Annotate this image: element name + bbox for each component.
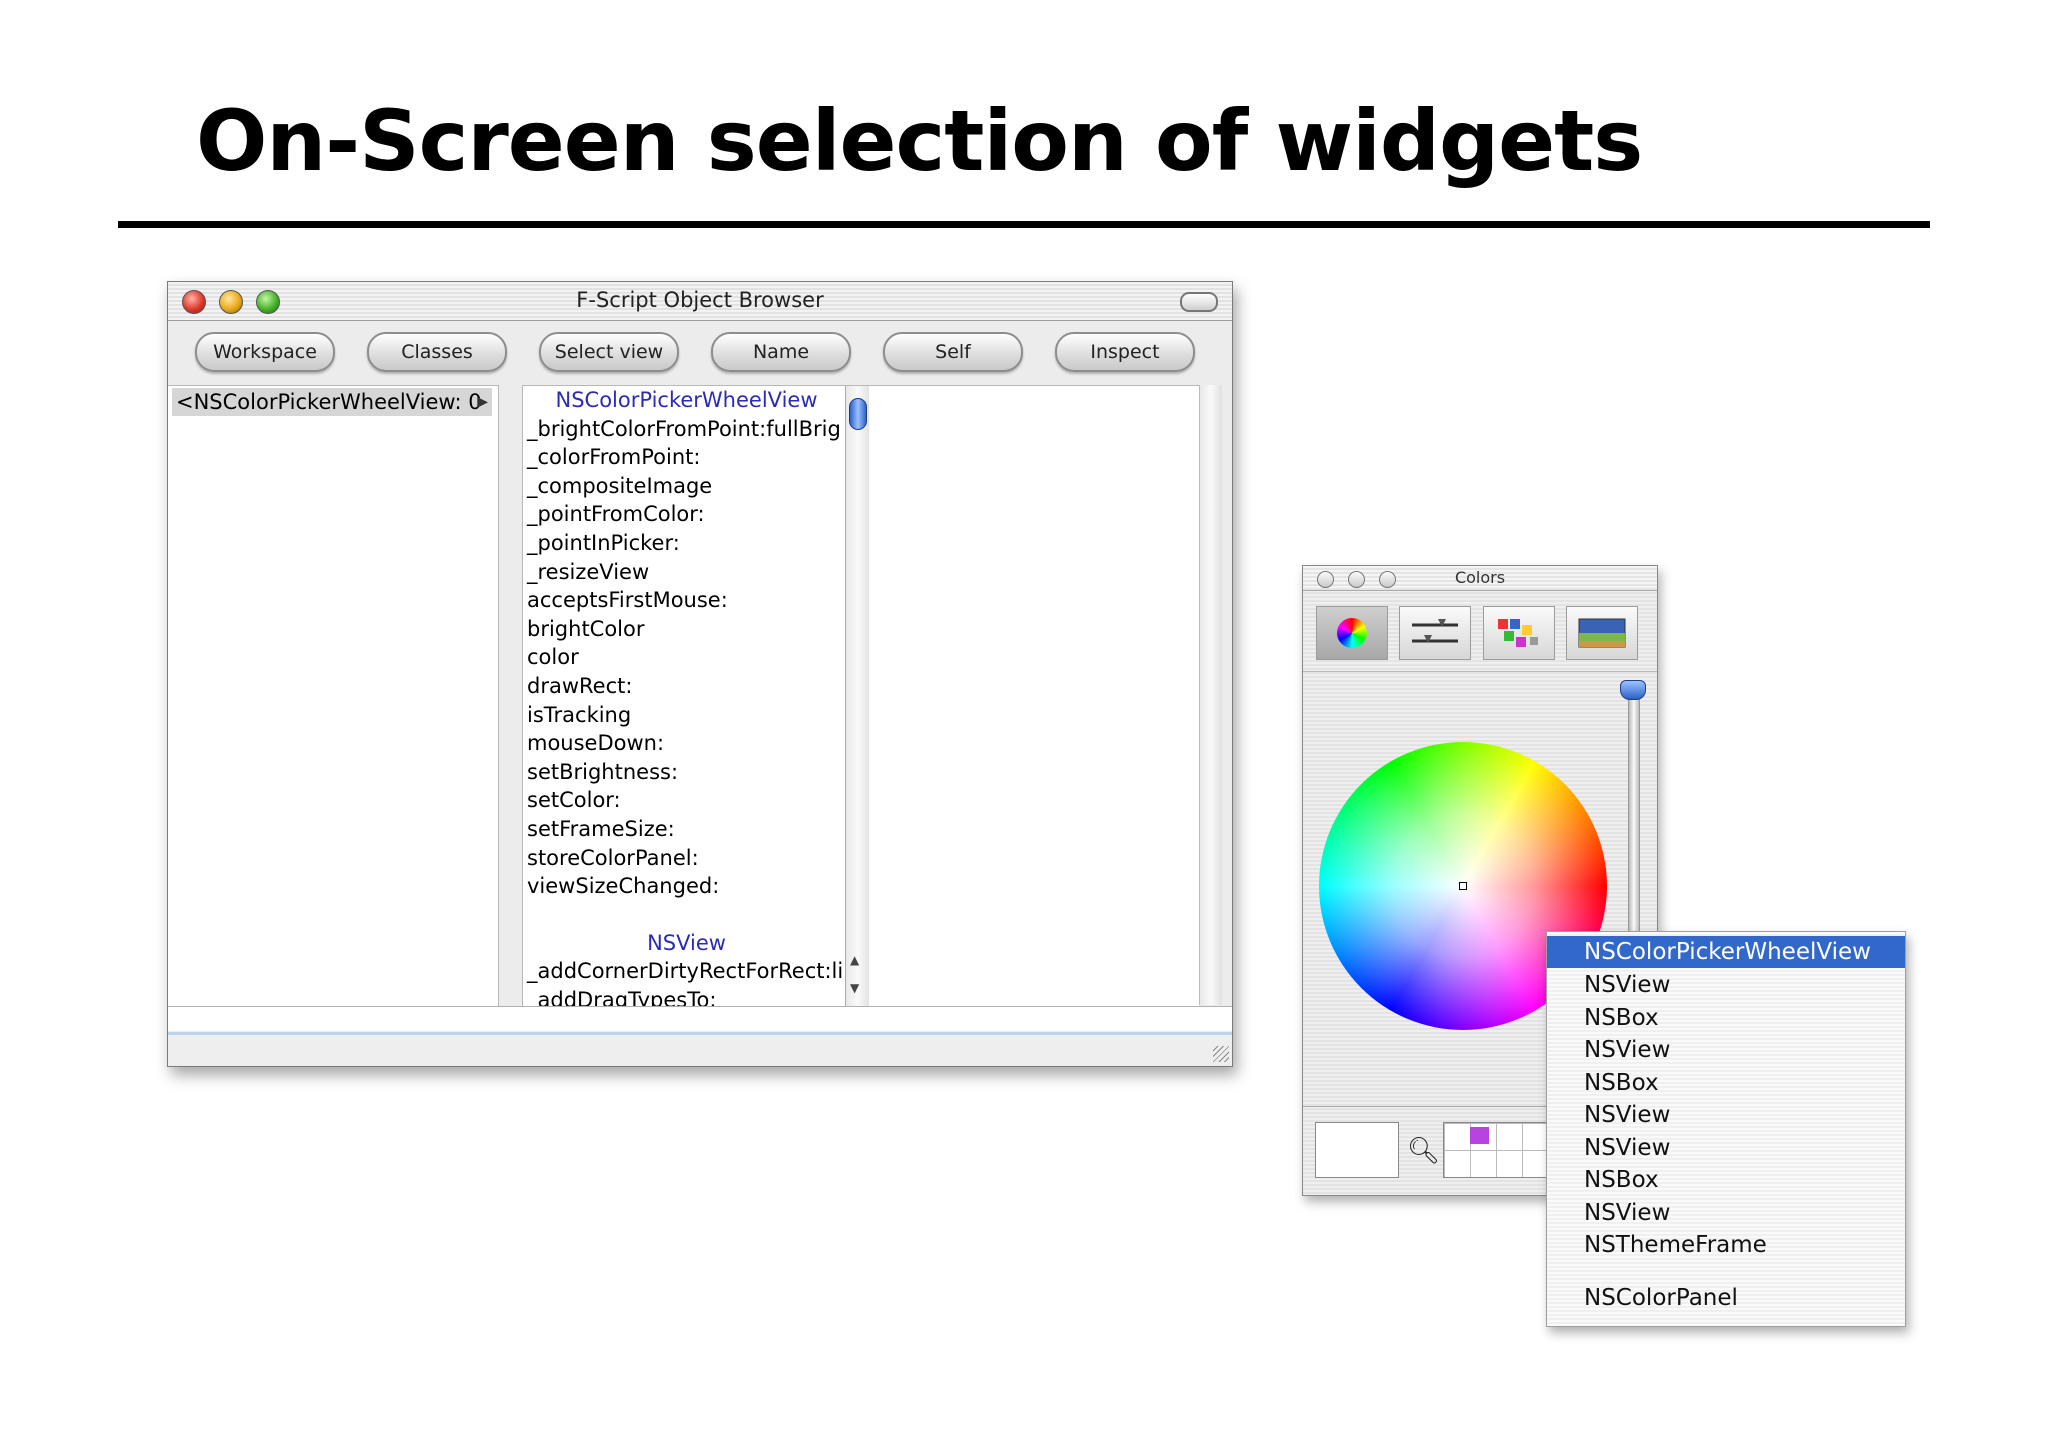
method-item[interactable]: storeColorPanel: [523,844,846,873]
menu-item-selected[interactable]: NSColorPickerWheelView [1547,936,1905,968]
blank-row [523,901,846,929]
browser-column-objects: <NSColorPickerWheelView: 0 ▶ [168,385,499,1006]
method-item[interactable]: acceptsFirstMouse: [523,586,846,615]
method-item[interactable]: _addCornerDirtyRectForRect:li [523,957,846,986]
method-item[interactable]: setFrameSize: [523,815,846,844]
method-item[interactable]: _pointInPicker: [523,529,846,558]
color-wheel-tab[interactable] [1316,606,1388,660]
window-title: F-Script Object Browser [576,288,824,312]
class-heading: NSColorPickerWheelView [555,388,818,412]
colors-titlebar[interactable]: Colors [1303,566,1657,591]
panel-divider [1303,671,1657,672]
method-item[interactable]: setColor: [523,786,846,815]
scroll-arrows-icon[interactable]: ▲ ▼ [850,946,859,1002]
window-titlebar[interactable]: F-Script Object Browser [168,282,1232,321]
resize-grip-icon[interactable] [1213,1046,1229,1062]
method-item[interactable]: drawRect: [523,672,846,701]
menu-item[interactable]: NSBox [1547,1164,1905,1196]
methods-scrollbar[interactable]: ▲ ▼ [845,385,870,1006]
title-divider [118,221,1930,228]
toolbar-toggle-button[interactable] [1180,292,1218,312]
method-item[interactable]: _compositeImage [523,472,846,501]
scroll-thumb[interactable] [849,398,867,430]
menu-item-last[interactable]: NSColorPanel [1547,1282,1905,1314]
menu-item[interactable]: NSView [1547,1197,1905,1229]
selected-object-label: <NSColorPickerWheelView: 0 [176,390,482,414]
purple-swatch[interactable] [1470,1127,1489,1144]
image-palette-tab[interactable] [1566,606,1638,660]
method-item[interactable]: color [523,643,846,672]
menu-item[interactable]: NSView [1547,1034,1905,1066]
method-item[interactable]: mouseDown: [523,729,846,758]
swatch-grid[interactable] [1443,1122,1549,1178]
method-item[interactable]: _brightColorFromPoint:fullBrig [523,415,846,444]
view-selection-menu: NSColorPickerWheelView NSView NSBox NSVi… [1546,931,1906,1327]
color-wheel-cursor[interactable] [1459,882,1467,890]
self-button[interactable]: Self [883,332,1023,372]
palettes-icon [1498,619,1538,647]
colors-title: Colors [1454,568,1506,587]
image-palette-icon [1578,618,1626,648]
menu-item[interactable]: NSView [1547,969,1905,1001]
workspace-button[interactable]: Workspace [195,332,335,372]
object-browser-window: F-Script Object Browser Workspace Classe… [167,281,1233,1067]
chevron-right-icon: ▶ [477,394,488,410]
selected-object-row[interactable]: <NSColorPickerWheelView: 0 ▶ [172,388,492,416]
palettes-tab[interactable] [1483,606,1555,660]
method-item[interactable]: viewSizeChanged: [523,872,846,901]
method-item[interactable]: _addDragTypesTo: [523,986,846,1006]
class-heading: NSView [647,930,726,955]
name-button[interactable]: Name [711,332,851,372]
browser-column-methods: NSColorPickerWheelView _brightColorFromP… [522,385,846,1006]
browser-column-empty [869,385,1199,1006]
sliders-tab[interactable] [1399,606,1471,660]
horizontal-scroll-area[interactable] [168,1006,1232,1031]
method-item[interactable]: _resizeView [523,558,846,587]
select-view-button[interactable]: Select view [539,332,679,372]
menu-item[interactable]: NSThemeFrame [1547,1229,1905,1261]
slide-title: On-Screen selection of widgets [196,92,1643,190]
menu-item[interactable]: NSView [1547,1099,1905,1131]
method-item[interactable]: isTracking [523,701,846,730]
column3-scrollbar[interactable] [1199,385,1222,1005]
classes-button[interactable]: Classes [367,332,507,372]
method-item[interactable]: setBrightness: [523,758,846,787]
sliders-icon [1412,619,1458,643]
current-color-well[interactable] [1315,1122,1399,1178]
method-item[interactable]: _colorFromPoint: [523,443,846,472]
method-item[interactable]: _pointFromColor: [523,500,846,529]
status-bar [168,1032,1232,1065]
color-wheel-icon [1337,618,1367,648]
magnifier-icon[interactable]: 🔍︎ [1407,1136,1440,1166]
menu-item[interactable]: NSView [1547,1132,1905,1164]
menu-item[interactable]: NSBox [1547,1002,1905,1034]
inspect-button[interactable]: Inspect [1055,332,1195,372]
method-item[interactable]: brightColor [523,615,846,644]
menu-item[interactable]: NSBox [1547,1067,1905,1099]
brightness-slider-knob[interactable] [1620,680,1646,700]
